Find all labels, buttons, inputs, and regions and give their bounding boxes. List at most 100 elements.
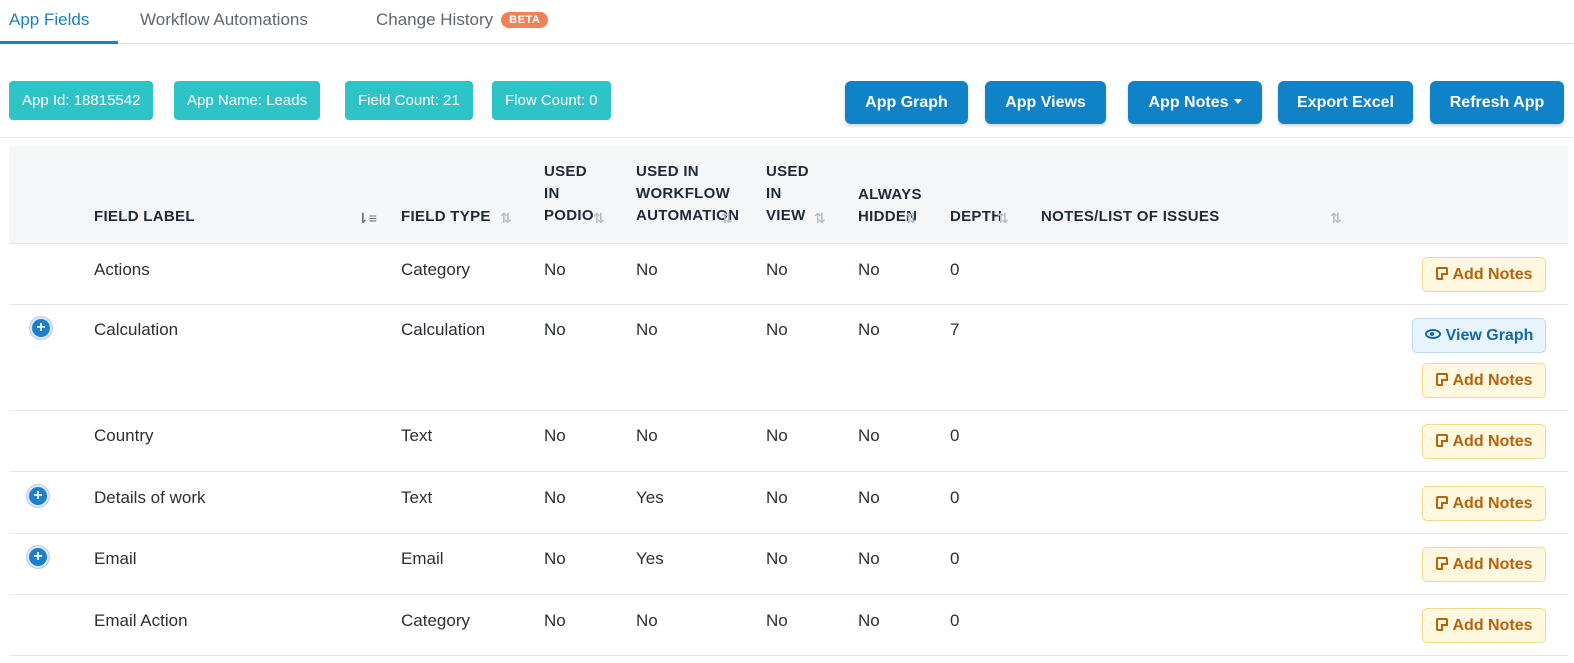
sort-icon[interactable]: ⇅ (814, 210, 826, 227)
used-in-workflow-cell: No (636, 611, 658, 630)
sort-icon[interactable]: ⇅ (721, 210, 733, 227)
expand-row-icon[interactable]: + (30, 317, 52, 339)
field-label-cell: Details of work (94, 488, 206, 507)
tab-bar: App Fields Workflow Automations Change H… (0, 0, 1574, 44)
col-notes[interactable]: NOTES/LIST OF ISSUES (1041, 206, 1220, 228)
always-hidden-cell: No (858, 488, 880, 507)
col-used-in-view[interactable]: USED IN VIEW (766, 161, 809, 227)
add-notes-label: Add Notes (1452, 495, 1533, 512)
table-row: + Email Email No Yes No No 0 Add Notes (9, 534, 1568, 595)
field-label-cell: Actions (94, 260, 150, 279)
table-row: + Details of work Text No Yes No No 0 Ad… (9, 472, 1568, 534)
field-type-cell: Calculation (401, 320, 486, 339)
col-used-in-view-line1: USED (766, 163, 809, 180)
depth-cell: 0 (950, 611, 960, 630)
note-icon (1435, 373, 1448, 386)
used-in-view-cell: No (766, 260, 788, 279)
used-in-podio-cell: No (544, 611, 566, 630)
col-used-in-view-line3: VIEW (766, 207, 806, 224)
refresh-app-button[interactable]: Refresh App (1430, 81, 1564, 124)
col-used-in-podio[interactable]: USED IN PODIO (544, 161, 594, 227)
used-in-workflow-cell: Yes (636, 549, 664, 568)
table-row: Email Action Category No No No No 0 Add … (9, 595, 1568, 656)
sort-icon[interactable]: ⇅ (500, 210, 512, 227)
app-graph-button[interactable]: App Graph (845, 81, 968, 124)
tab-workflow-automations[interactable]: Workflow Automations (140, 10, 308, 30)
used-in-workflow-cell: No (636, 260, 658, 279)
always-hidden-cell: No (858, 549, 880, 568)
col-used-in-workflow-line1: USED IN (636, 163, 699, 180)
field-label-cell: Email Action (94, 611, 188, 630)
depth-cell: 0 (950, 549, 960, 568)
toolbar-divider (0, 137, 1574, 138)
always-hidden-cell: No (858, 611, 880, 630)
app-name-chip: App Name: Leads (174, 81, 321, 120)
col-used-in-view-line2: IN (766, 185, 782, 202)
used-in-workflow-cell: No (636, 320, 658, 339)
depth-cell: 7 (950, 320, 960, 339)
sort-icon[interactable]: ⇅ (997, 210, 1009, 227)
sort-icon[interactable]: ⇅ (593, 210, 605, 227)
field-type-cell: Email (401, 549, 444, 568)
view-graph-label: View Graph (1445, 327, 1534, 344)
add-notes-button[interactable]: Add Notes (1422, 257, 1546, 292)
add-notes-button[interactable]: Add Notes (1422, 486, 1546, 521)
note-icon (1435, 618, 1448, 631)
table-row: Country Text No No No No 0 Add Notes (9, 411, 1568, 472)
beta-badge: BETA (501, 12, 549, 28)
always-hidden-cell: No (858, 426, 880, 445)
app-notes-button[interactable]: App Notes (1128, 81, 1262, 124)
used-in-view-cell: No (766, 320, 788, 339)
sort-icon[interactable]: ⇅ (905, 210, 917, 227)
app-notes-label: App Notes (1148, 94, 1229, 111)
used-in-podio-cell: No (544, 260, 566, 279)
flow-count-chip: Flow Count: 0 (492, 81, 611, 120)
col-depth[interactable]: DEPTH (950, 206, 1002, 228)
note-icon (1435, 496, 1448, 509)
col-used-in-workflow-line2: WORKFLOW (636, 185, 731, 202)
used-in-podio-cell: No (544, 426, 566, 445)
add-notes-button[interactable]: Add Notes (1422, 608, 1546, 643)
caret-down-icon (1233, 99, 1242, 104)
add-notes-button[interactable]: Add Notes (1422, 363, 1546, 398)
col-field-label[interactable]: FIELD LABEL (94, 206, 195, 228)
expand-row-icon[interactable]: + (27, 546, 49, 568)
sort-icon[interactable]: ⇅ (1330, 210, 1342, 227)
table-row: + Calculation Calculation No No No No 7 … (9, 305, 1568, 411)
field-label-cell: Calculation (94, 320, 179, 339)
tab-change-history[interactable]: Change History BETA (376, 10, 549, 30)
tab-app-fields-label: App Fields (9, 10, 90, 29)
depth-cell: 0 (950, 426, 960, 445)
used-in-podio-cell: No (544, 488, 566, 507)
field-type-cell: Category (401, 260, 470, 279)
expand-row-icon[interactable]: + (27, 485, 49, 507)
note-icon (1435, 434, 1448, 447)
col-always-hidden-line1: ALWAYS (858, 186, 922, 203)
export-excel-button[interactable]: Export Excel (1278, 81, 1413, 124)
note-icon (1435, 557, 1448, 570)
table-header: FIELD LABEL ⇂≡ FIELD TYPE ⇅ USED IN PODI… (9, 146, 1568, 244)
col-used-in-podio-line1: USED (544, 163, 587, 180)
add-notes-label: Add Notes (1452, 266, 1533, 283)
tab-app-fields[interactable]: App Fields (9, 10, 89, 30)
col-used-in-podio-line3: PODIO (544, 207, 594, 224)
used-in-podio-cell: No (544, 320, 566, 339)
app-views-button[interactable]: App Views (985, 81, 1106, 124)
add-notes-button[interactable]: Add Notes (1422, 424, 1546, 459)
add-notes-label: Add Notes (1452, 372, 1533, 389)
used-in-workflow-cell: Yes (636, 488, 664, 507)
depth-cell: 0 (950, 488, 960, 507)
field-type-cell: Text (401, 488, 433, 507)
used-in-view-cell: No (766, 488, 788, 507)
col-field-type[interactable]: FIELD TYPE (401, 206, 491, 228)
view-graph-button[interactable]: View Graph (1412, 318, 1546, 353)
add-notes-button[interactable]: Add Notes (1422, 547, 1546, 582)
sort-icon[interactable]: ⇂≡ (357, 210, 377, 227)
field-label-cell: Country (94, 426, 154, 445)
active-tab-indicator (0, 41, 118, 44)
col-used-in-podio-line2: IN (544, 185, 560, 202)
field-count-chip: Field Count: 21 (345, 81, 473, 120)
used-in-workflow-cell: No (636, 426, 658, 445)
depth-cell: 0 (950, 260, 960, 279)
app-id-chip: App Id: 18815542 (9, 81, 154, 120)
